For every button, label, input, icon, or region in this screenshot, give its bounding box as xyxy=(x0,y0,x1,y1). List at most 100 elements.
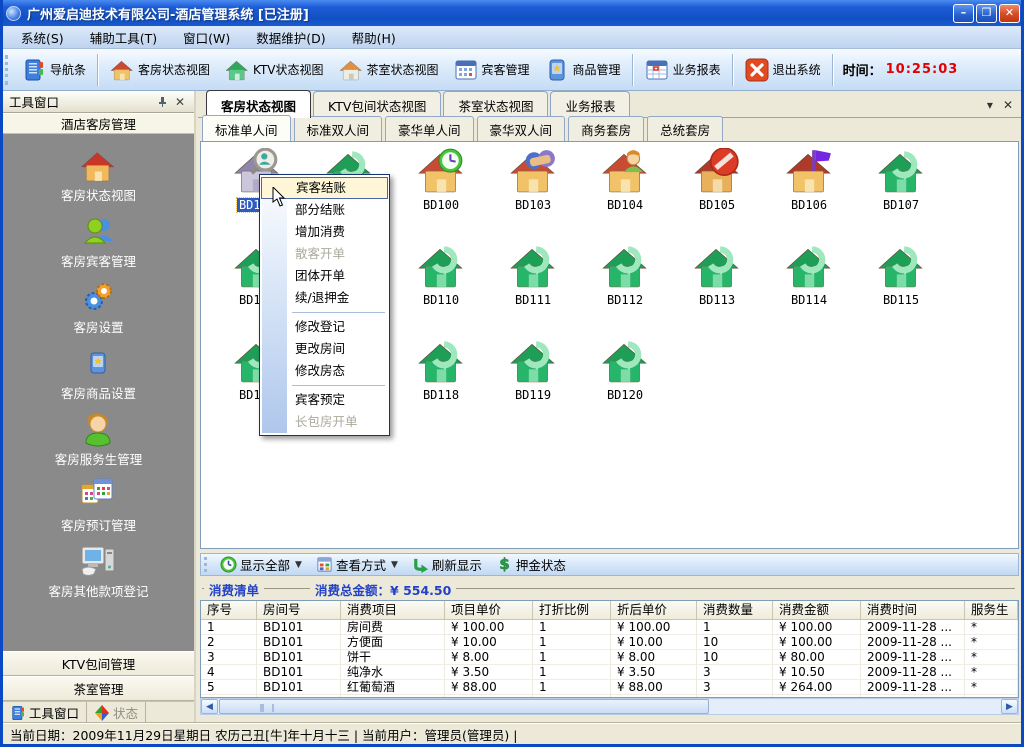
table-row[interactable]: 4BD101纯净水¥ 3.501¥ 3.503¥ 10.502009-11-28… xyxy=(201,665,1018,680)
table-header-cell[interactable]: 消费数量 xyxy=(697,601,773,619)
sidebar-item[interactable]: 客房商品设置 xyxy=(61,345,136,402)
table-header-cell[interactable]: 服务生 xyxy=(965,601,1018,619)
scrollbar-track[interactable] xyxy=(710,699,1001,714)
room-BD120[interactable]: BD120 xyxy=(581,338,669,402)
table-header-cell[interactable]: 项目单价 xyxy=(445,601,533,619)
room-type-tab-标准双人间[interactable]: 标准双人间 xyxy=(294,116,383,141)
close-panel-icon[interactable]: ✕ xyxy=(172,95,188,109)
sidebar-item[interactable]: 客房设置 xyxy=(73,279,123,336)
computer-icon xyxy=(80,543,116,579)
room-BD100[interactable]: BD100 xyxy=(397,148,485,212)
maximize-button[interactable]: ❐ xyxy=(976,4,997,23)
close-button[interactable]: ✕ xyxy=(999,4,1020,23)
toolbar-grip[interactable] xyxy=(5,55,9,85)
sidebar-section-bar-1[interactable]: KTV包间管理 xyxy=(3,651,194,676)
horizontal-scrollbar[interactable]: ◀ ▶ xyxy=(200,698,1019,715)
sidebar-item[interactable]: 客房预订管理 xyxy=(61,477,136,534)
room-BD106[interactable]: BD106 xyxy=(765,148,853,212)
tab-茶室状态视图[interactable]: 茶室状态视图 xyxy=(443,91,548,118)
sidebar-item[interactable]: 客房宾客管理 xyxy=(61,213,136,270)
chevron-down-icon[interactable]: ▼ xyxy=(295,560,302,570)
toolbar-button-room-status-house[interactable]: 客房状态视图 xyxy=(102,55,217,85)
room-type-tab-豪华双人间[interactable]: 豪华双人间 xyxy=(477,116,566,141)
sidebar-item[interactable]: 客房状态视图 xyxy=(61,147,136,204)
table-cell: 1 xyxy=(201,620,257,635)
room-BD119[interactable]: BD119 xyxy=(489,338,577,402)
table-row[interactable]: 5BD101红葡萄酒¥ 88.001¥ 88.003¥ 264.002009-1… xyxy=(201,680,1018,695)
room-type-tab-商务套房[interactable]: 商务套房 xyxy=(568,116,644,141)
table-header-cell[interactable]: 房间号 xyxy=(257,601,341,619)
toolbar-button-navigator-book[interactable]: 导航条 xyxy=(14,55,93,85)
toolbar-button-tea-house[interactable]: 茶室状态视图 xyxy=(331,55,446,85)
room-BD111[interactable]: BD111 xyxy=(489,243,577,307)
table-header-cell[interactable]: 消费时间 xyxy=(861,601,965,619)
scroll-left-icon[interactable]: ◀ xyxy=(201,699,218,714)
room-BD115[interactable]: BD115 xyxy=(857,243,945,307)
chevron-down-icon[interactable]: ▾ xyxy=(987,98,993,112)
view-toolbar-button-refresh-arrow[interactable]: 刷新显示 xyxy=(405,555,489,574)
toolbar-button-ktv-house[interactable]: KTV状态视图 xyxy=(217,55,330,85)
view-toolbar-button-view-mode[interactable]: 查看方式▼ xyxy=(309,555,405,574)
context-menu-item-修改房态[interactable]: 修改房态 xyxy=(261,360,388,382)
scrollbar-thumb[interactable] xyxy=(219,699,709,714)
sidebar-section-header[interactable]: 酒店客房管理 xyxy=(3,113,194,134)
context-menu-item-续/退押金[interactable]: 续/退押金 xyxy=(261,287,388,309)
minimize-button[interactable]: – xyxy=(953,4,974,23)
sidebar-item[interactable]: 客房服务生管理 xyxy=(55,411,143,468)
room-BD112[interactable]: BD112 xyxy=(581,243,669,307)
room-BD105[interactable]: BD105 xyxy=(673,148,761,212)
tab-KTV包间状态视图[interactable]: KTV包间状态视图 xyxy=(313,91,441,118)
scroll-right-icon[interactable]: ▶ xyxy=(1001,699,1018,714)
sidebar-section-bar-2[interactable]: 茶室管理 xyxy=(3,676,194,701)
tab-客房状态视图[interactable]: 客房状态视图 xyxy=(206,90,311,118)
room-type-tab-总统套房[interactable]: 总统套房 xyxy=(647,116,723,141)
room-BD118[interactable]: BD118 xyxy=(397,338,485,402)
room-BD104[interactable]: BD104 xyxy=(581,148,669,212)
table-row[interactable]: 2BD101方便面¥ 10.001¥ 10.0010¥ 100.002009-1… xyxy=(201,635,1018,650)
room-BD114[interactable]: BD114 xyxy=(765,243,853,307)
room-BD103[interactable]: BD103 xyxy=(489,148,577,212)
room-BD107[interactable]: BD107 xyxy=(857,148,945,212)
context-menu-item-宾客预定[interactable]: 宾客预定 xyxy=(261,389,388,411)
sidebar-item-label: 客房商品设置 xyxy=(61,383,136,402)
toolbar-button-report-calendar[interactable]: 业务报表 xyxy=(637,55,728,85)
room-type-tab-标准单人间[interactable]: 标准单人间 xyxy=(202,115,291,141)
table-row[interactable]: 1BD101房间费¥ 100.001¥ 100.001¥ 100.002009-… xyxy=(201,620,1018,635)
sidebar-item[interactable]: 客房其他款项登记 xyxy=(48,543,148,600)
menu-item-3[interactable]: 窗口(W) xyxy=(170,28,243,47)
table-header-cell[interactable]: 消费金额 xyxy=(773,601,861,619)
menu-item-2[interactable]: 辅助工具(T) xyxy=(77,28,170,47)
chevron-down-icon[interactable]: ▼ xyxy=(391,560,398,570)
footer-tab-active[interactable]: 工具窗口 xyxy=(3,702,87,723)
toolbar-button-goods-device[interactable]: 商品管理 xyxy=(537,55,628,85)
footer-tab-inactive[interactable]: 状态 xyxy=(87,702,146,723)
table-cell: ¥ 3.50 xyxy=(445,665,533,680)
view-toolbar-grip[interactable] xyxy=(204,557,208,572)
room-BD113[interactable]: BD113 xyxy=(673,243,761,307)
toolbar-button-exit[interactable]: 退出系统 xyxy=(737,55,828,85)
context-menu-item-修改登记[interactable]: 修改登记 xyxy=(261,316,388,338)
room-type-tab-豪华单人间[interactable]: 豪华单人间 xyxy=(385,116,474,141)
table-header-cell[interactable]: 消费项目 xyxy=(341,601,445,619)
table-header-cell[interactable]: 打折比例 xyxy=(533,601,611,619)
table-row[interactable]: 3BD101饼干¥ 8.001¥ 8.0010¥ 80.002009-11-28… xyxy=(201,650,1018,665)
menu-item-1[interactable]: 系统(S) xyxy=(8,28,77,47)
table-header-cell[interactable]: 折后单价 xyxy=(611,601,697,619)
table-header-cell[interactable]: 序号 xyxy=(201,601,257,619)
tab-业务报表[interactable]: 业务报表 xyxy=(550,91,630,118)
waiter-person-icon xyxy=(80,411,116,447)
room-BD110[interactable]: BD110 xyxy=(397,243,485,307)
view-toolbar-button-clock[interactable]: 显示全部▼ xyxy=(213,555,309,574)
toolbar-button-guest-calendar[interactable]: 宾客管理 xyxy=(446,55,537,85)
table-cell: ¥ 264.00 xyxy=(773,680,861,695)
pin-icon[interactable] xyxy=(156,96,172,108)
context-menu-item-更改房间[interactable]: 更改房间 xyxy=(261,338,388,360)
context-menu-item-团体开单[interactable]: 团体开单 xyxy=(261,265,388,287)
context-menu-item-增加消费[interactable]: 增加消费 xyxy=(261,221,388,243)
menu-item-4[interactable]: 数据维护(D) xyxy=(243,28,338,47)
room-house-refresh-icon xyxy=(785,243,833,289)
view-toolbar-button-deposit-dollar[interactable]: $押金状态 xyxy=(489,555,573,574)
table-cell: ¥ 10.50 xyxy=(773,665,861,680)
close-tab-icon[interactable]: ✕ xyxy=(1003,98,1013,112)
menu-item-5[interactable]: 帮助(H) xyxy=(339,28,409,47)
